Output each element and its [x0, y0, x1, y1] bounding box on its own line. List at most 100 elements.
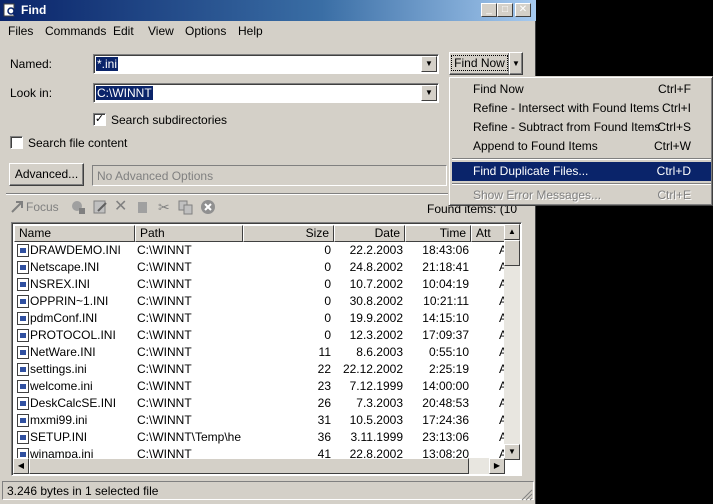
cell-date: 22.12.2002 — [342, 362, 403, 376]
copy-icon[interactable] — [178, 198, 194, 216]
vertical-scroll-thumb[interactable] — [504, 240, 520, 266]
menu-item-refine-intersect[interactable]: Refine - Intersect with Found Items Ctrl… — [452, 99, 711, 118]
scroll-down-button[interactable]: ▼ — [504, 444, 520, 460]
ini-file-icon — [17, 397, 29, 410]
table-row[interactable]: NetWare.INI C:\WINNT 11 8.6.2003 0:55:10 A — [14, 344, 507, 361]
table-row[interactable]: settings.ini C:\WINNT 22 22.12.2002 2:25:19 A — [14, 361, 507, 378]
search-file-content-label[interactable]: Search file content — [28, 136, 127, 150]
cell-path: C:\WINNT — [137, 362, 192, 376]
table-row[interactable]: pdmConf.INI C:\WINNT 0 19.9.2002 14:15:10 A — [14, 310, 507, 327]
menu-item-find-now[interactable]: Find Now Ctrl+F — [452, 80, 711, 99]
results-list[interactable]: Name Path Size Date Time Att DRAWDEMO.IN… — [11, 222, 522, 476]
menu-edit[interactable]: Edit — [113, 24, 134, 38]
lookin-dropdown-button[interactable]: ▼ — [421, 85, 437, 101]
horizontal-scrollbar[interactable]: ◀ ▶ — [13, 458, 505, 474]
maximize-button[interactable]: □ — [497, 3, 513, 17]
menu-item-refine-subtract[interactable]: Refine - Subtract from Found Items Ctrl+… — [452, 118, 711, 137]
menu-item-show-errors[interactable]: Show Error Messages... Ctrl+E — [452, 186, 711, 205]
checkmark-icon: ✓ — [94, 113, 105, 125]
ini-file-icon — [17, 261, 29, 274]
menu-item-find-duplicates[interactable]: Find Duplicate Files... Ctrl+D — [452, 162, 711, 181]
lookin-value[interactable]: C:\WINNT — [96, 86, 153, 100]
stop-icon[interactable] — [200, 198, 216, 216]
menu-commands[interactable]: Commands — [45, 24, 106, 38]
paste-icon[interactable] — [136, 198, 150, 216]
cell-path: C:\WINNT — [137, 413, 192, 427]
cell-time: 21:18:41 — [422, 260, 469, 274]
chevron-down-icon: ▼ — [508, 447, 516, 456]
cell-name: NetWare.INI — [30, 345, 96, 359]
column-header-size[interactable]: Size — [243, 225, 334, 242]
cell-path: C:\WINNT — [137, 294, 192, 308]
cell-size: 0 — [324, 260, 331, 274]
horizontal-scroll-thumb[interactable] — [29, 458, 469, 474]
named-combo[interactable]: *.ini ▼ — [93, 54, 439, 74]
menu-item-shortcut: Ctrl+S — [657, 120, 691, 134]
column-header-attributes[interactable]: Att — [471, 225, 505, 242]
search-file-content-checkbox[interactable] — [10, 136, 23, 149]
column-header-path[interactable]: Path — [135, 225, 243, 242]
cell-path: C:\WINNT — [137, 328, 192, 342]
cell-path: C:\WINNT — [137, 277, 192, 291]
menu-item-shortcut: Ctrl+I — [661, 101, 691, 115]
cell-name: DeskCalcSE.INI — [30, 396, 117, 410]
cell-path: C:\WINNT\Temp\he — [137, 430, 241, 444]
find-similar-icon[interactable] — [70, 198, 86, 216]
column-header-time[interactable]: Time — [405, 225, 471, 242]
menu-help[interactable]: Help — [238, 24, 263, 38]
cell-time: 18:43:06 — [422, 243, 469, 257]
find-options-dropdown-button[interactable]: ▼ — [509, 52, 523, 75]
ini-file-icon — [17, 244, 29, 257]
lookin-combo[interactable]: C:\WINNT ▼ — [93, 83, 439, 103]
title-bar[interactable]: Find _ □ ✕ — [0, 0, 536, 21]
cell-size: 31 — [317, 413, 331, 427]
scroll-right-button[interactable]: ▶ — [489, 458, 505, 474]
scroll-up-button[interactable]: ▲ — [504, 224, 520, 240]
status-bar: 3.246 bytes in 1 selected file — [2, 481, 534, 500]
column-header-name[interactable]: Name — [14, 225, 135, 242]
find-now-button[interactable]: Find Now — [449, 52, 510, 75]
cell-name: pdmConf.INI — [30, 311, 98, 325]
table-row[interactable]: PROTOCOL.INI C:\WINNT 0 12.3.2002 17:09:37 A — [14, 327, 507, 344]
table-row[interactable]: SETUP.INI C:\WINNT\Temp\he 36 3.11.1999 23:1… — [14, 429, 507, 446]
named-value[interactable]: *.ini — [96, 57, 119, 71]
vertical-scrollbar[interactable]: ▲ ▼ — [504, 224, 520, 460]
ini-file-icon — [17, 380, 29, 393]
cut-icon[interactable]: ✂ — [158, 198, 170, 216]
named-dropdown-button[interactable]: ▼ — [421, 56, 437, 72]
cell-time: 23:13:06 — [422, 430, 469, 444]
resize-grip-icon[interactable] — [520, 488, 533, 501]
scroll-left-button[interactable]: ◀ — [13, 458, 29, 474]
table-row[interactable]: mxmi99.ini C:\WINNT 31 10.5.2003 17:24:36 A — [14, 412, 507, 429]
menu-item-label: Find Duplicate Files... — [473, 164, 589, 178]
ini-file-icon — [17, 312, 29, 325]
menu-item-append[interactable]: Append to Found Items Ctrl+W — [452, 137, 711, 156]
menu-files[interactable]: Files — [8, 24, 33, 38]
menu-item-label: Show Error Messages... — [473, 188, 602, 202]
menu-options[interactable]: Options — [185, 24, 226, 38]
table-row[interactable]: NSREX.INI C:\WINNT 0 10.7.2002 10:04:19 A — [14, 276, 507, 293]
table-row[interactable]: welcome.ini C:\WINNT 23 7.12.1999 14:00:00 A — [14, 378, 507, 395]
focus-button[interactable]: Focus — [26, 198, 59, 216]
cell-time: 14:00:00 — [422, 379, 469, 393]
chevron-left-icon: ◀ — [17, 461, 25, 470]
cell-date: 7.12.1999 — [349, 379, 403, 393]
cell-date: 22.2.2003 — [349, 243, 403, 257]
search-subdirectories-checkbox[interactable]: ✓ — [93, 113, 106, 126]
properties-icon[interactable] — [92, 198, 108, 216]
table-row[interactable]: OPPRIN~1.INI C:\WINNT 0 30.8.2002 10:21:11 A — [14, 293, 507, 310]
minimize-button[interactable]: _ — [481, 3, 497, 17]
table-row[interactable]: DeskCalcSE.INI C:\WINNT 26 7.3.2003 20:48:53… — [14, 395, 507, 412]
menu-item-label: Find Now — [473, 82, 524, 96]
close-button[interactable]: ✕ — [515, 3, 531, 17]
column-header-date[interactable]: Date — [334, 225, 405, 242]
cell-time: 20:48:53 — [422, 396, 469, 410]
table-row[interactable]: DRAWDEMO.INI C:\WINNT 0 22.2.2003 18:43:06 A — [14, 242, 507, 259]
table-row[interactable]: Netscape.INI C:\WINNT 0 24.8.2002 21:18:41 A — [14, 259, 507, 276]
menu-view[interactable]: View — [148, 24, 174, 38]
delete-icon[interactable]: ✕ — [114, 198, 127, 216]
search-subdirectories-label[interactable]: Search subdirectories — [111, 113, 227, 127]
cell-date: 12.3.2002 — [349, 328, 403, 342]
menu-item-shortcut: Ctrl+D — [656, 164, 691, 178]
advanced-button[interactable]: Advanced... — [9, 163, 84, 186]
